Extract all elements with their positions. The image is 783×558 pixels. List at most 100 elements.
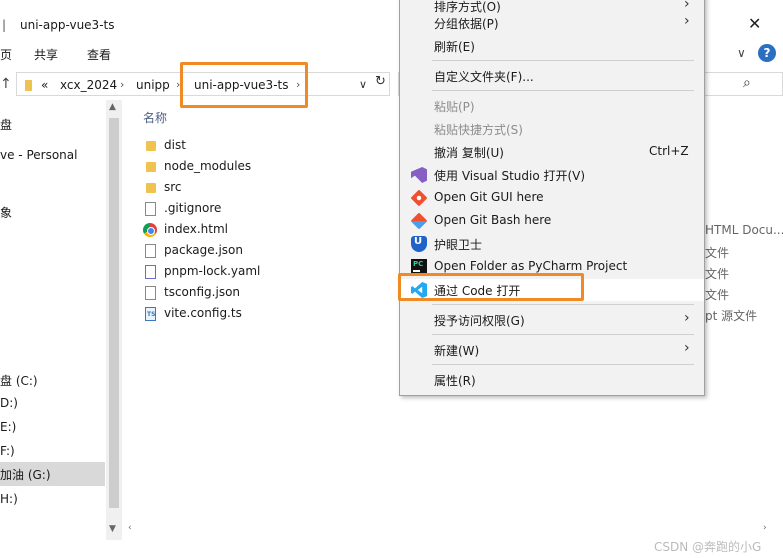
file-name: index.html	[164, 222, 228, 236]
document-icon	[145, 202, 156, 216]
menu-item-label: 粘贴(P)	[434, 100, 475, 114]
nav-scrollbar-thumb[interactable]	[109, 118, 119, 508]
folder-icon	[146, 141, 156, 151]
breadcrumb-separator[interactable]: ›	[120, 78, 124, 91]
horizontal-scrollbar[interactable]: ‹ ›	[128, 520, 783, 536]
up-arrow-icon[interactable]: ↑	[0, 76, 12, 92]
scroll-left-icon[interactable]: ‹	[128, 523, 132, 533]
refresh-icon[interactable]: ↻	[375, 74, 386, 89]
file-name: package.json	[164, 243, 244, 257]
menu-item-new[interactable]: 新建(W) ›	[400, 339, 704, 361]
chrome-icon	[143, 223, 157, 237]
scroll-down-icon[interactable]: ▼	[109, 524, 116, 534]
file-row[interactable]: .gitignore	[143, 199, 393, 219]
file-name: src	[164, 180, 182, 194]
search-icon[interactable]: ⌕	[743, 75, 751, 91]
nav-item-drive-h[interactable]: H:)	[0, 492, 18, 506]
file-name: node_modules	[164, 159, 252, 173]
file-row[interactable]: src	[143, 178, 393, 198]
nav-item[interactable]: 盘	[0, 116, 12, 133]
nav-item-drive-c[interactable]: 盘 (C:)	[0, 372, 38, 389]
breadcrumb-overflow[interactable]: «	[41, 78, 48, 92]
folder-icon	[25, 80, 32, 91]
scroll-right-icon[interactable]: ›	[763, 523, 767, 533]
chevron-down-icon[interactable]: ∨	[359, 78, 367, 91]
ribbon-expand-icon[interactable]: ∨	[737, 46, 746, 60]
menu-item-label: 新建(W)	[434, 344, 480, 358]
nav-item-onedrive[interactable]: ve - Personal	[0, 148, 77, 162]
menu-item-paste-shortcut: 粘贴快捷方式(S)	[400, 118, 704, 140]
file-type: pt 源文件	[705, 309, 758, 323]
menu-item-open-visual-studio[interactable]: 使用 Visual Studio 打开(V)	[400, 164, 704, 186]
chevron-right-icon: ›	[684, 13, 690, 29]
menu-item-customize-folder[interactable]: 自定义文件夹(F)...	[400, 65, 704, 87]
file-name: vite.config.ts	[164, 306, 242, 320]
menu-item-undo-copy[interactable]: 撤消 复制(U) Ctrl+Z	[400, 141, 704, 163]
typescript-file-icon: TS	[145, 307, 156, 321]
file-row[interactable]: tsconfig.json	[143, 283, 393, 303]
file-name: tsconfig.json	[164, 285, 241, 299]
column-header-name[interactable]: 名称	[143, 109, 167, 126]
file-row[interactable]: package.json	[143, 241, 393, 261]
file-row[interactable]: TS vite.config.ts	[143, 304, 393, 324]
help-icon[interactable]: ?	[758, 44, 776, 62]
tab-page[interactable]: 页	[0, 46, 12, 63]
nav-item-drive-e[interactable]: E:)	[0, 420, 16, 434]
tab-share[interactable]: 共享	[34, 46, 58, 63]
file-type: 文件	[705, 246, 730, 260]
menu-item-git-gui[interactable]: Open Git GUI here	[400, 187, 704, 209]
highlight-box-open-with-code	[398, 273, 584, 301]
menu-separator	[432, 304, 694, 305]
git-icon	[410, 189, 428, 207]
tab-view[interactable]: 查看	[87, 46, 111, 63]
nav-item-objects[interactable]: 象	[0, 204, 12, 221]
file-type: 文件	[705, 267, 730, 281]
git-bash-icon	[410, 212, 428, 230]
json-file-icon	[145, 286, 156, 300]
visual-studio-icon	[411, 167, 427, 183]
window-title: uni-app-vue3-ts	[20, 18, 115, 32]
menu-item-group-by[interactable]: 分组依据(P) ›	[400, 12, 704, 34]
menu-separator	[432, 90, 694, 91]
breadcrumb-item[interactable]: xcx_2024	[60, 78, 117, 92]
file-row[interactable]: node_modules	[143, 157, 393, 177]
menu-item-paste: 粘贴(P)	[400, 95, 704, 117]
nav-item-drive-g[interactable]: 加油 (G:)	[0, 462, 105, 486]
menu-item-properties[interactable]: 属性(R)	[400, 369, 704, 391]
menu-item-grant-access[interactable]: 授予访问权限(G) ›	[400, 309, 704, 331]
menu-item-git-bash[interactable]: Open Git Bash here	[400, 210, 704, 232]
menu-item-refresh[interactable]: 刷新(E)	[400, 35, 704, 57]
file-name: dist	[164, 138, 186, 152]
file-type: HTML Docu...	[705, 223, 783, 237]
chevron-right-icon: ›	[684, 310, 690, 326]
menu-item-eye-guard[interactable]: 护眼卫士	[400, 233, 704, 255]
file-row[interactable]: index.html	[143, 220, 393, 240]
menu-item-label: Open Git GUI here	[434, 190, 544, 204]
title-separator: |	[2, 18, 7, 32]
file-row[interactable]: pnpm-lock.yaml	[143, 262, 393, 282]
breadcrumb-item[interactable]: unipp	[136, 78, 170, 92]
nav-item-drive-f[interactable]: F:)	[0, 444, 15, 458]
yaml-file-icon	[145, 265, 156, 279]
menu-item-label: 授予访问权限(G)	[434, 314, 525, 328]
file-row[interactable]: dist	[143, 136, 393, 156]
file-name: pnpm-lock.yaml	[164, 264, 261, 278]
menu-item-label: 使用 Visual Studio 打开(V)	[434, 169, 586, 183]
menu-item-label: 粘贴快捷方式(S)	[434, 123, 523, 137]
menu-separator	[432, 364, 694, 365]
close-icon[interactable]: ✕	[748, 14, 761, 33]
file-type: 文件	[705, 288, 730, 302]
scroll-up-icon[interactable]: ▲	[109, 102, 116, 112]
navigation-pane: 盘 ve - Personal 象 盘 (C:) D:) E:) F:) 加油 …	[0, 100, 105, 540]
highlight-box-breadcrumb	[180, 62, 308, 108]
watermark: CSDN @奔跑的小G	[654, 540, 762, 554]
folder-icon	[146, 162, 156, 172]
menu-item-label: Open Git Bash here	[434, 213, 552, 227]
chevron-right-icon: ›	[684, 340, 690, 356]
menu-item-label: 自定义文件夹(F)...	[434, 70, 534, 84]
chevron-right-icon: ›	[684, 0, 690, 12]
nav-item-drive-d[interactable]: D:)	[0, 396, 18, 410]
menu-item-shortcut: Ctrl+Z	[649, 144, 689, 158]
menu-item-label: Open Folder as PyCharm Project	[434, 259, 628, 273]
menu-item-label: 护眼卫士	[434, 238, 483, 252]
